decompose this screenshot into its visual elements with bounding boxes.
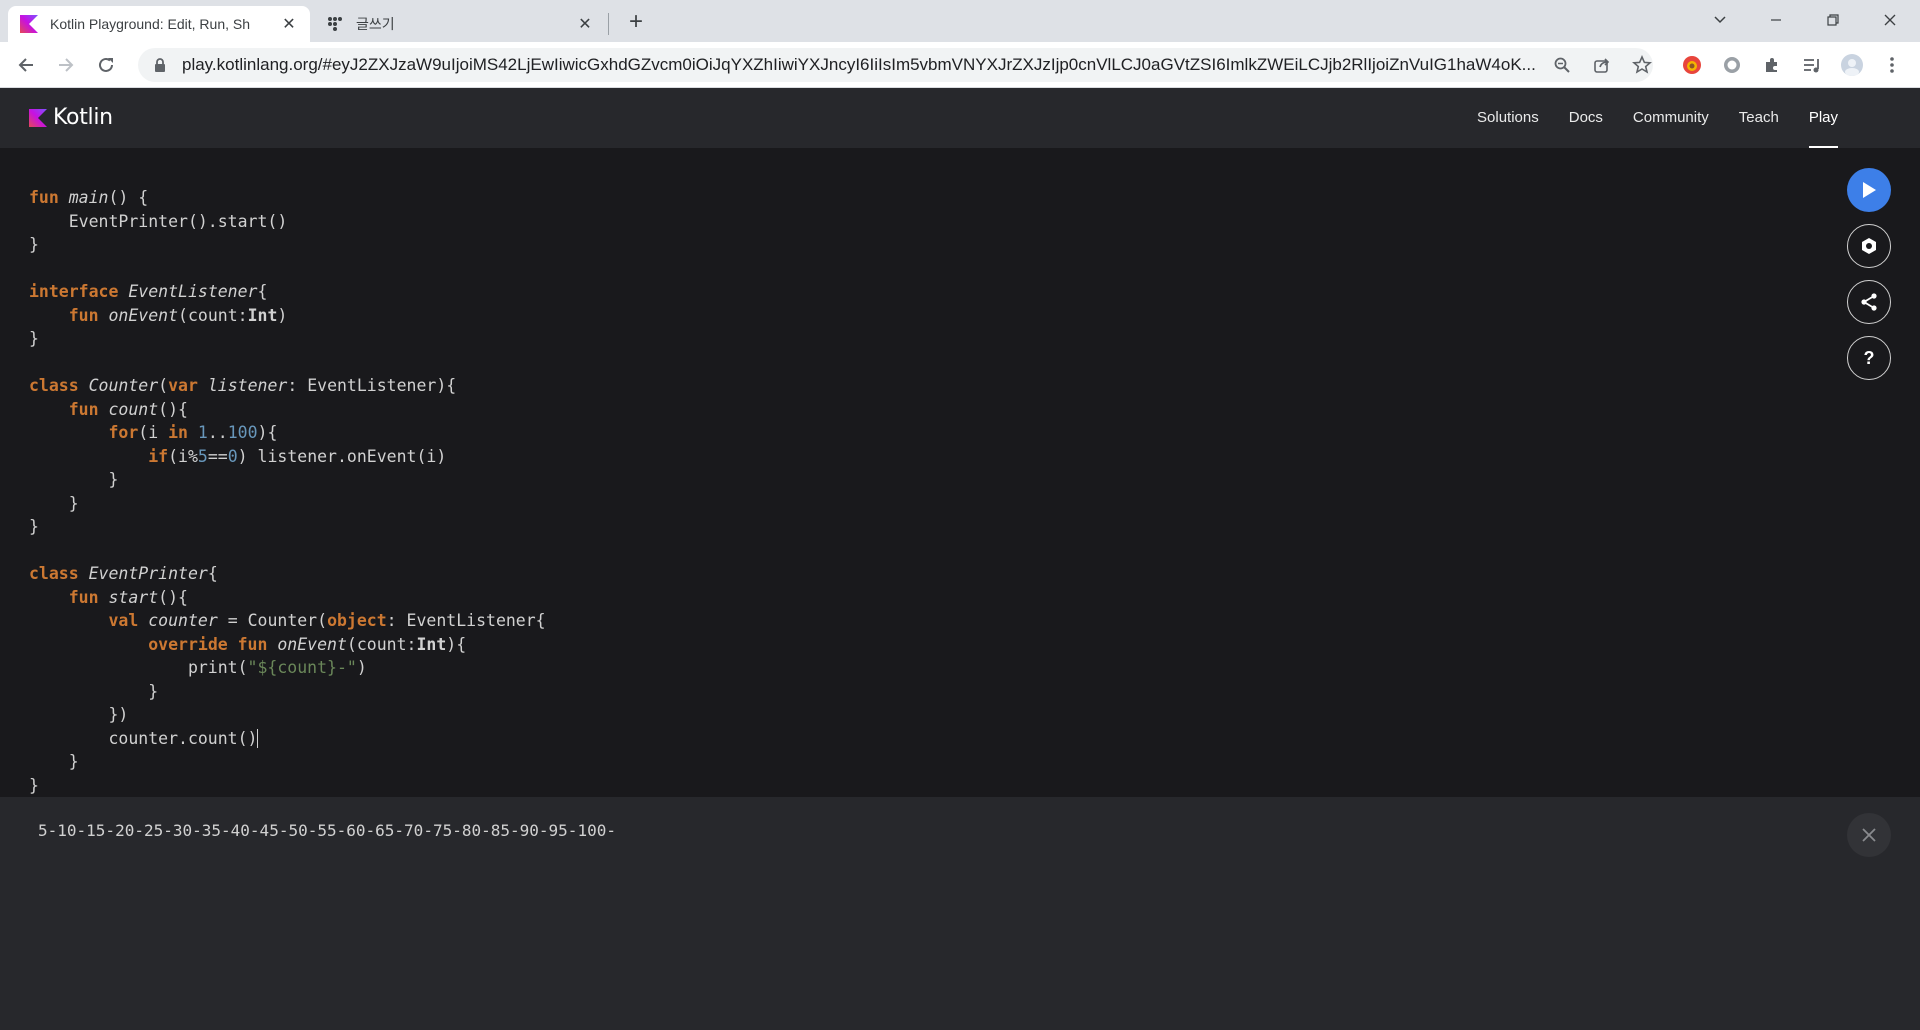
minimize-icon[interactable] <box>1756 4 1796 36</box>
address-bar[interactable]: play.kotlinlang.org/#eyJ2ZXJzaW9uIjoiMS4… <box>138 48 1653 82</box>
tab-kotlin-playground[interactable]: Kotlin Playground: Edit, Run, Sh ✕ <box>8 6 310 42</box>
code-text[interactable]: fun main() { EventPrinter().start() } in… <box>29 186 546 797</box>
run-button[interactable] <box>1847 168 1891 212</box>
share-button[interactable] <box>1847 280 1891 324</box>
logo-text: Kotlin <box>53 105 113 130</box>
tab-title: 글쓰기 <box>356 16 395 32</box>
kotlin-logo-icon <box>29 108 47 127</box>
text-cursor <box>257 728 259 748</box>
tab-close-icon[interactable]: ✕ <box>576 15 594 33</box>
profile-avatar-icon[interactable] <box>1838 51 1866 79</box>
tab-separator <box>608 13 609 35</box>
site-header: Kotlin Solutions Docs Community Teach Pl… <box>0 88 1920 148</box>
tab-write[interactable]: 글쓰기 ✕ <box>314 6 606 42</box>
zoom-icon[interactable] <box>1548 51 1576 79</box>
nav-solutions[interactable]: Solutions <box>1477 88 1539 148</box>
nav-teach[interactable]: Teach <box>1739 88 1779 148</box>
kotlin-logo[interactable]: Kotlin <box>29 105 113 130</box>
help-button[interactable]: ? <box>1847 336 1891 380</box>
settings-button[interactable] <box>1847 224 1891 268</box>
close-output-button[interactable] <box>1847 813 1891 857</box>
nav-play[interactable]: Play <box>1808 88 1839 148</box>
tab-close-icon[interactable]: ✕ <box>280 15 298 33</box>
forward-arrow-icon[interactable] <box>50 49 82 81</box>
extensions-puzzle-icon[interactable] <box>1758 51 1786 79</box>
play-icon <box>1863 182 1876 198</box>
output-panel: 5-10-15-20-25-30-35-40-45-50-55-60-65-70… <box>0 797 1920 1030</box>
share-icon <box>1861 293 1877 311</box>
extension-circle-icon[interactable] <box>1718 51 1746 79</box>
close-window-icon[interactable] <box>1870 4 1910 36</box>
tab-search-chevron-icon[interactable] <box>1700 4 1740 36</box>
new-tab-icon[interactable]: + <box>622 8 650 36</box>
lock-icon <box>155 58 165 72</box>
kotlin-favicon-icon <box>20 15 38 33</box>
more-menu-icon[interactable] <box>1878 51 1906 79</box>
question-icon: ? <box>1863 347 1875 368</box>
bookmark-star-icon[interactable] <box>1628 51 1656 79</box>
back-arrow-icon[interactable] <box>10 49 42 81</box>
media-control-icon[interactable] <box>1798 51 1826 79</box>
share-page-icon[interactable] <box>1588 51 1616 79</box>
restore-icon[interactable] <box>1813 4 1853 36</box>
close-icon <box>1862 828 1876 842</box>
browser-toolbar: play.kotlinlang.org/#eyJ2ZXJzaW9uIjoiMS4… <box>0 42 1920 88</box>
output-text: 5-10-15-20-25-30-35-40-45-50-55-60-65-70… <box>38 821 616 840</box>
url-text: play.kotlinlang.org/#eyJ2ZXJzaW9uIjoiMS4… <box>182 55 1536 74</box>
gear-icon <box>1862 238 1876 254</box>
tab-title: Kotlin Playground: Edit, Run, Sh <box>50 16 251 32</box>
main-nav: Solutions Docs Community Teach Play <box>1447 88 1839 148</box>
browser-tab-strip: Kotlin Playground: Edit, Run, Sh ✕ 글쓰기 ✕… <box>0 0 1920 42</box>
code-editor[interactable]: fun main() { EventPrinter().start() } in… <box>0 148 1920 797</box>
nav-community[interactable]: Community <box>1633 88 1709 148</box>
dots-favicon-icon <box>328 17 342 31</box>
nav-docs[interactable]: Docs <box>1569 88 1603 148</box>
extension-avatar-icon[interactable] <box>1678 51 1706 79</box>
reload-icon[interactable] <box>90 49 122 81</box>
